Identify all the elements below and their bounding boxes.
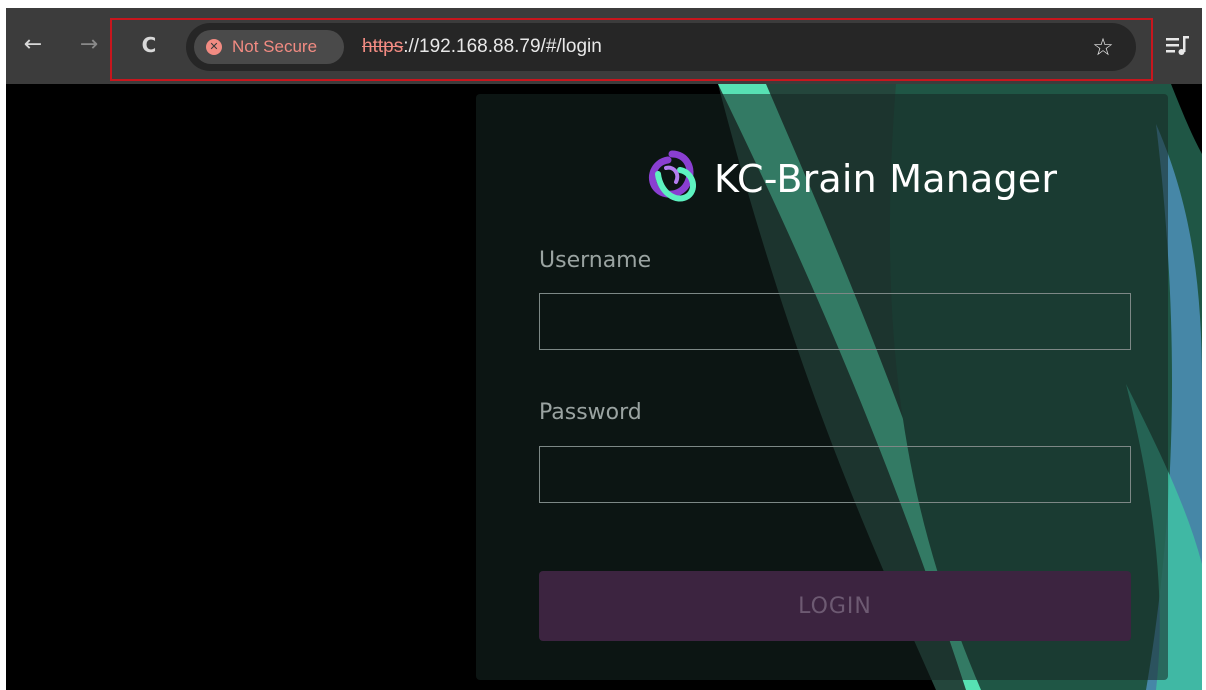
security-chip-label: Not Secure: [232, 37, 318, 56]
security-chip[interactable]: ✕ Not Secure: [194, 30, 344, 64]
password-label: Password: [539, 400, 642, 425]
app-title: KC-Brain Manager: [714, 157, 1058, 201]
username-input[interactable]: [539, 293, 1131, 350]
media-queue-icon[interactable]: [1164, 30, 1192, 60]
url-text[interactable]: https://192.168.88.79/#/login: [362, 23, 602, 71]
kc-brain-logo-icon: [649, 150, 697, 202]
username-label: Username: [539, 248, 652, 273]
password-input[interactable]: [539, 446, 1131, 503]
browser-toolbar: ← → C ✕ Not Secure https://192.168.88.79…: [6, 8, 1202, 84]
address-bar[interactable]: ✕ Not Secure https://192.168.88.79/#/log…: [186, 23, 1136, 71]
login-page: KC-Brain Manager Username Password LOGIN: [6, 84, 1202, 690]
url-path: ://192.168.88.79/#/login: [403, 36, 602, 57]
url-scheme: https: [362, 36, 404, 57]
forward-arrow-icon[interactable]: →: [74, 28, 104, 62]
warning-icon: ✕: [206, 39, 222, 55]
browser-window: ← → C ✕ Not Secure https://192.168.88.79…: [6, 8, 1202, 690]
back-arrow-icon[interactable]: ←: [18, 28, 48, 62]
bookmark-star-icon[interactable]: ☆: [1088, 31, 1118, 63]
brand-header: KC-Brain Manager: [646, 146, 1057, 212]
login-button[interactable]: LOGIN: [539, 571, 1131, 641]
